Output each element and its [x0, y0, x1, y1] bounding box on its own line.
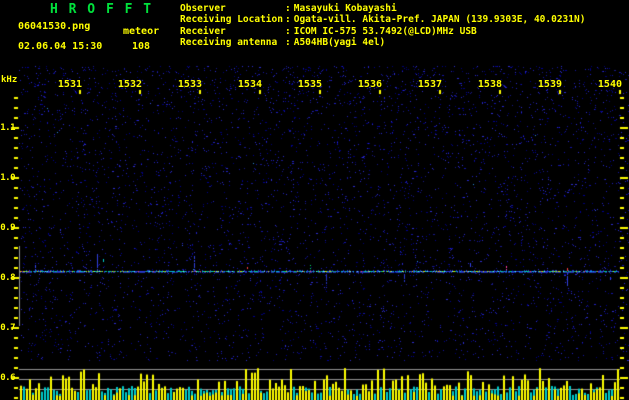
info-value: Ogata-vill. Akita-Pref. JAPAN (139.9303E…: [293, 14, 586, 26]
x-axis-tick-label: 1531: [57, 79, 82, 90]
info-value: A504HB(yagi 4el): [293, 37, 386, 49]
colon-separator: :: [285, 3, 291, 14]
observation-mode-label: meteor: [123, 26, 160, 37]
echo-count: 108: [132, 41, 151, 52]
x-axis-tick-label: 1537: [417, 79, 442, 90]
station-info-row: Receiving antenna: A504HB(yagi 4el): [180, 37, 585, 48]
output-filename: 06041530.png: [18, 21, 91, 32]
info-value: ICOM IC-575 53.7492(@LCD)MHz USB: [293, 25, 477, 37]
y-axis-tick-label: 0.7: [0, 323, 15, 333]
x-axis-tick-label: 1534: [237, 79, 262, 90]
x-axis-tick-label: 1538: [477, 79, 502, 90]
info-value: Masayuki Kobayashi: [293, 3, 397, 14]
station-info-row: Observer: Masayuki Kobayashi: [180, 3, 585, 14]
info-label: Receiving Location: [180, 14, 283, 26]
x-axis-tick-label: 1533: [177, 79, 202, 90]
x-axis-tick-label: 1539: [537, 79, 562, 90]
info-label: Observer: [180, 3, 226, 14]
info-label: Receiver: [180, 25, 226, 37]
x-axis-tick-label: 1540: [597, 79, 622, 90]
y-axis-tick-label: 0.8: [0, 273, 15, 283]
observation-datetime: 02.06.04 15:30: [18, 41, 103, 52]
y-axis-tick-label: 0.9: [0, 223, 15, 233]
info-label: Receiving antenna: [180, 37, 278, 49]
y-axis-tick-label: 0.6: [0, 373, 15, 383]
x-axis-tick-label: 1532: [117, 79, 142, 90]
y-axis-unit-label: kHz: [1, 75, 18, 85]
colon-separator: :: [285, 14, 291, 26]
colon-separator: :: [285, 37, 291, 49]
station-info-row: Receiving Location: Ogata-vill. Akita-Pre…: [180, 14, 585, 25]
spectrogram-canvas: [0, 0, 629, 400]
x-axis-tick-label: 1535: [297, 79, 322, 90]
x-axis-tick-label: 1536: [357, 79, 382, 90]
y-axis-tick-label: 1.1: [0, 123, 15, 133]
colon-separator: :: [285, 25, 291, 37]
hrofft-screen: H R O F F T 06041530.png meteor 02.06.04…: [0, 0, 629, 400]
station-info: Observer: Masayuki Kobayashi Receiving Loc…: [180, 3, 585, 49]
station-info-row: Receiver: ICOM IC-575 53.7492(@LCD)MHz US…: [180, 26, 585, 37]
y-axis-tick-label: 1.0: [0, 173, 15, 183]
app-title: H R O F F T: [50, 2, 153, 17]
